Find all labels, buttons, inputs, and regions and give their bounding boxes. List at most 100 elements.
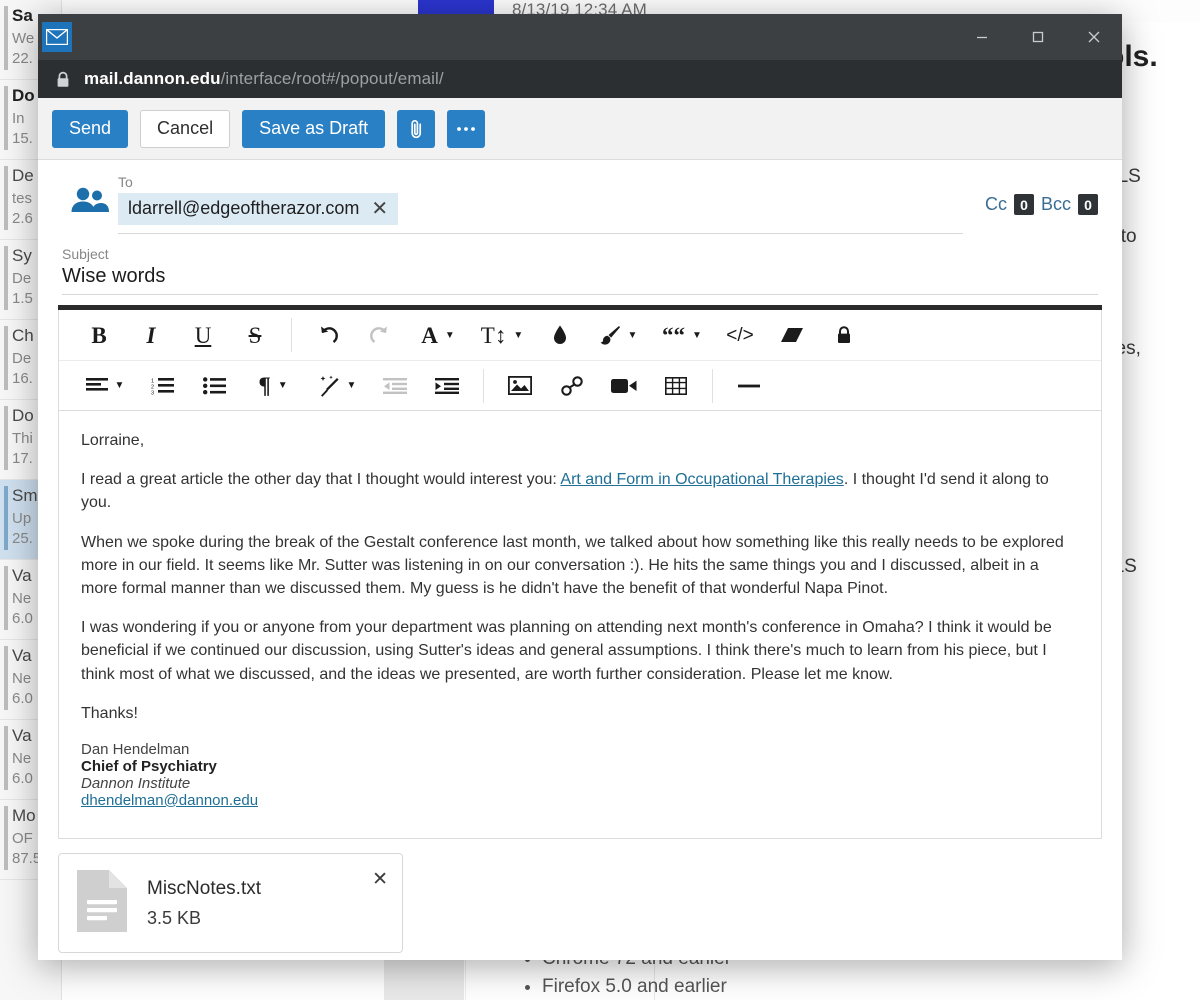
font-color-icon[interactable]: A ▼: [406, 314, 470, 356]
outdent-icon[interactable]: [369, 365, 421, 407]
compose-fields: To ldarrell@edgeoftherazor.com ✕ Cc 0 Bc…: [38, 160, 1122, 295]
window-titlebar: [38, 14, 1122, 60]
attachment-card[interactable]: MiscNotes.txt 3.5 KB ✕: [58, 853, 403, 953]
insert-image-icon[interactable]: [494, 365, 546, 407]
bold-icon[interactable]: B: [73, 314, 125, 356]
editor-toolbar: B I U S A ▼ T↕ ▼ ▼ ““ ▼ </> ▼ 1 2 3 ¶ ▼ …: [58, 310, 1102, 411]
body-thanks: Thanks!: [81, 704, 138, 722]
signature-block: Dan Hendelman Chief of Psychiatry Dannon…: [81, 741, 1079, 809]
list-item-bar: [4, 86, 8, 150]
cc-count-badge: 0: [1013, 194, 1034, 215]
code-view-icon[interactable]: </>: [714, 314, 766, 356]
to-field-col: To ldarrell@edgeoftherazor.com ✕: [118, 174, 1098, 234]
compose-action-toolbar: Send Cancel Save as Draft: [38, 98, 1122, 160]
email-body[interactable]: Lorraine, I read a great article the oth…: [58, 411, 1102, 839]
to-label: To: [118, 174, 133, 190]
unordered-list-icon[interactable]: [189, 365, 241, 407]
paragraph-icon[interactable]: ¶ ▼: [241, 365, 305, 407]
indent-icon[interactable]: [421, 365, 473, 407]
list-item-bar: [4, 726, 8, 790]
cc-button[interactable]: Cc: [985, 194, 1007, 215]
compose-window: mail.dannon.edu /interface/root#/popout/…: [38, 14, 1122, 960]
body-paragraph-3: I was wondering if you or anyone from yo…: [81, 619, 1052, 683]
horizontal-rule-icon[interactable]: [723, 365, 775, 407]
toolbar-separator: [291, 318, 292, 352]
subject-input[interactable]: Wise words: [62, 265, 1098, 295]
save-as-draft-button[interactable]: Save as Draft: [242, 109, 386, 148]
rich-text-editor: B I U S A ▼ T↕ ▼ ▼ ““ ▼ </> ▼ 1 2 3 ¶ ▼ …: [38, 295, 1122, 839]
body-greeting: Lorraine,: [81, 432, 145, 449]
paperclip-icon[interactable]: [397, 109, 436, 148]
close-icon[interactable]: ✕: [371, 199, 388, 219]
envelope-icon: [42, 22, 72, 52]
font-size-icon[interactable]: T↕ ▼: [470, 314, 534, 356]
list-item-bar: [4, 6, 8, 70]
body-p1-before: I read a great article the other day tha…: [81, 471, 561, 489]
body-paragraph-2: When we spoke during the break of the Ge…: [81, 533, 1064, 597]
article-link[interactable]: Art and Form in Occupational Therapies: [560, 471, 843, 488]
toolbar-separator: [712, 368, 713, 403]
list-item-bar: [4, 486, 8, 550]
lock-icon: [56, 71, 70, 88]
attachment-size: 3.5 KB: [147, 907, 202, 928]
signature-title: Chief of Psychiatry: [81, 757, 217, 775]
magic-wand-icon[interactable]: ▼: [305, 365, 369, 407]
ordered-list-icon[interactable]: 1 2 3: [137, 365, 189, 407]
cancel-button[interactable]: Cancel: [140, 109, 231, 148]
url-bar[interactable]: mail.dannon.edu /interface/root#/popout/…: [38, 60, 1122, 98]
brush-icon[interactable]: ▼: [586, 314, 650, 356]
to-input[interactable]: ldarrell@edgeoftherazor.com ✕: [118, 193, 963, 234]
list-item-bar: [4, 326, 8, 390]
subject-label: Subject: [62, 246, 109, 262]
close-button[interactable]: [1066, 14, 1122, 60]
fill-color-icon[interactable]: [534, 314, 586, 356]
editor-toolbar-row-1: B I U S A ▼ T↕ ▼ ▼ ““ ▼ </>: [59, 310, 1101, 360]
attachment-name: MiscNotes.txt: [147, 877, 262, 899]
people-icon: [62, 174, 118, 214]
body-paragraph-1: I read a great article the other day tha…: [81, 468, 1079, 514]
undo-icon[interactable]: [302, 314, 354, 356]
insert-video-icon[interactable]: [598, 365, 650, 407]
recipient-email: ldarrell@edgeoftherazor.com: [128, 198, 360, 218]
list-item-bar: [4, 166, 8, 230]
ellipsis-icon[interactable]: [447, 109, 486, 148]
minimize-button[interactable]: [954, 14, 1010, 60]
window-controls: [954, 14, 1122, 60]
svg-text:3: 3: [151, 390, 154, 395]
background-bullet: Firefox 5.0 and earlier: [542, 976, 731, 998]
align-icon[interactable]: ▼: [73, 365, 137, 407]
send-button[interactable]: Send: [52, 109, 129, 148]
subject-row: Subject Wise words: [62, 234, 1098, 295]
lock-icon[interactable]: [818, 314, 870, 356]
url-host: mail.dannon.edu: [84, 69, 221, 88]
attachments-area: MiscNotes.txt 3.5 KB ✕: [38, 839, 1122, 953]
to-row: To ldarrell@edgeoftherazor.com ✕ Cc 0 Bc…: [62, 160, 1098, 234]
strikethrough-icon[interactable]: S: [229, 314, 281, 356]
toolbar-separator: [483, 368, 484, 403]
editor-toolbar-row-2: ▼ 1 2 3 ¶ ▼ ▼: [59, 360, 1101, 410]
underline-icon[interactable]: U: [177, 314, 229, 356]
close-icon[interactable]: ✕: [372, 868, 388, 891]
signature-org: Dannon Institute: [81, 774, 191, 792]
signature-email[interactable]: dhendelman@dannon.edu: [81, 792, 1079, 809]
signature-name: Dan Hendelman: [81, 740, 190, 758]
url-path: /interface/root#/popout/email/: [220, 69, 444, 88]
attachment-info: MiscNotes.txt 3.5 KB: [147, 878, 261, 929]
bcc-button[interactable]: Bcc: [1041, 194, 1071, 215]
redo-icon[interactable]: [354, 314, 406, 356]
cc-bcc-controls: Cc 0 Bcc 0: [985, 194, 1098, 215]
insert-table-icon[interactable]: [650, 365, 702, 407]
clear-format-icon[interactable]: [766, 314, 818, 356]
insert-link-icon[interactable]: [546, 365, 598, 407]
list-item-bar: [4, 246, 8, 310]
list-item-bar: [4, 406, 8, 470]
file-text-icon: [77, 869, 127, 937]
list-item-bar: [4, 806, 8, 870]
list-item-bar: [4, 566, 8, 630]
list-item-bar: [4, 646, 8, 710]
bcc-count-badge: 0: [1078, 194, 1098, 215]
blockquote-icon[interactable]: ““ ▼: [650, 314, 714, 356]
italic-icon[interactable]: I: [125, 314, 177, 356]
maximize-button[interactable]: [1010, 14, 1066, 60]
recipient-chip[interactable]: ldarrell@edgeoftherazor.com ✕: [118, 193, 399, 225]
